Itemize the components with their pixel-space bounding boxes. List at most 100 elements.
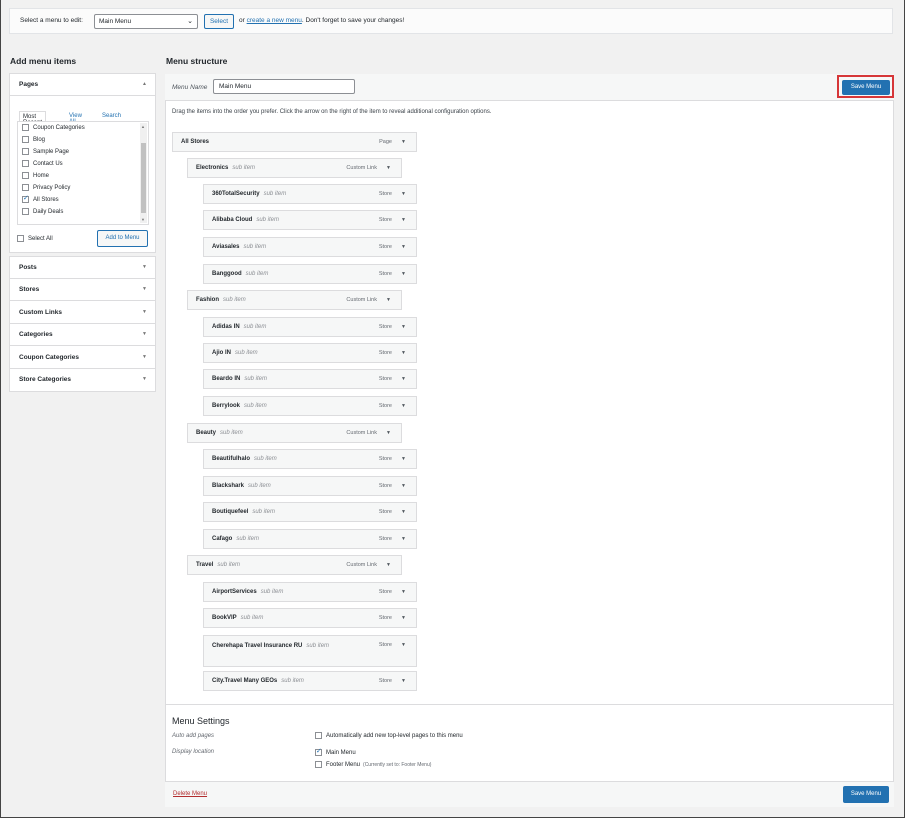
list-item[interactable]: Contact Us <box>22 158 63 169</box>
select-all-row[interactable]: Select All <box>17 235 53 242</box>
menu-item[interactable]: Beauty sub item Custom Link ▼ <box>187 423 402 443</box>
expand-arrow-icon[interactable]: ▼ <box>401 244 406 250</box>
auto-add-checkbox[interactable] <box>315 732 322 739</box>
menu-item[interactable]: Travel sub item Custom Link ▼ <box>187 555 402 575</box>
accordion-store-categories[interactable]: Store Categories ▼ <box>10 369 155 391</box>
expand-arrow-icon[interactable]: ▼ <box>401 403 406 409</box>
pages-panel-header[interactable]: Pages ▲ <box>10 74 155 96</box>
accordion-stores[interactable]: Stores ▼ <box>10 279 155 301</box>
expand-arrow-icon[interactable]: ▼ <box>401 191 406 197</box>
scroll-down-icon[interactable]: ▼ <box>141 217 145 222</box>
expand-arrow-icon[interactable]: ▼ <box>386 562 391 568</box>
menu-structure-heading: Menu structure <box>166 56 228 66</box>
expand-arrow-icon[interactable]: ▼ <box>401 324 406 330</box>
menu-item[interactable]: Electronics sub item Custom Link ▼ <box>187 158 402 178</box>
list-item[interactable]: Sample Page <box>22 146 69 157</box>
checkbox[interactable] <box>22 208 29 215</box>
checkbox-checked[interactable] <box>22 194 29 203</box>
checkbox[interactable] <box>22 124 29 131</box>
menu-item[interactable]: Blackshark sub item Store ▼ <box>203 476 417 496</box>
menu-name-label: Menu Name <box>172 84 208 91</box>
menu-item[interactable]: Boutiquefeel sub item Store ▼ <box>203 502 417 522</box>
create-menu-text: or create a new menu. Don't forget to sa… <box>239 17 405 24</box>
drag-instructions: Drag the items into the order you prefer… <box>172 109 492 115</box>
menu-item[interactable]: BookVIP sub item Store ▼ <box>203 608 417 628</box>
create-menu-link[interactable]: create a new menu <box>247 17 302 24</box>
menu-item[interactable]: Cafago sub item Store ▼ <box>203 529 417 549</box>
chevron-down-icon: ▼ <box>142 264 147 270</box>
accordion-posts[interactable]: Posts ▼ <box>10 257 155 279</box>
expand-arrow-icon[interactable]: ▼ <box>401 456 406 462</box>
checkbox[interactable] <box>22 172 29 179</box>
chevron-down-icon: ▼ <box>142 309 147 315</box>
location-footer-menu[interactable]: Footer Menu (Currently set to: Footer Me… <box>315 761 431 768</box>
menu-item[interactable]: Adidas IN sub item Store ▼ <box>203 317 417 337</box>
select-all-checkbox[interactable] <box>17 235 24 242</box>
chevron-down-icon: ▼ <box>142 376 147 382</box>
list-item[interactable]: Coupon Categories <box>22 122 85 133</box>
accordion-categories[interactable]: Categories ▼ <box>10 324 155 346</box>
list-item[interactable]: Privacy Policy <box>22 182 70 193</box>
expand-arrow-icon[interactable]: ▼ <box>401 217 406 223</box>
scrollbar-thumb[interactable] <box>141 143 146 213</box>
menu-item[interactable]: 360TotalSecurity sub item Store ▼ <box>203 184 417 204</box>
chevron-down-icon: ⌄ <box>187 18 193 25</box>
menu-item[interactable]: Aviasales sub item Store ▼ <box>203 237 417 257</box>
accordion-coupon-categories[interactable]: Coupon Categories ▼ <box>10 347 155 369</box>
scroll-up-icon[interactable]: ▲ <box>141 124 145 129</box>
chevron-down-icon: ▼ <box>142 331 147 337</box>
menu-item[interactable]: Ajio IN sub item Store ▼ <box>203 343 417 363</box>
checkbox[interactable] <box>22 136 29 143</box>
accordion-custom-links[interactable]: Custom Links ▼ <box>10 302 155 324</box>
expand-arrow-icon[interactable]: ▼ <box>386 297 391 303</box>
expand-arrow-icon[interactable]: ▼ <box>401 589 406 595</box>
menu-item[interactable]: Beautifulhalo sub item Store ▼ <box>203 449 417 469</box>
menu-item[interactable]: Banggood sub item Store ▼ <box>203 264 417 284</box>
menu-item[interactable]: Berrylook sub item Store ▼ <box>203 396 417 416</box>
add-menu-items-heading: Add menu items <box>10 56 77 66</box>
menu-item[interactable]: AirportServices sub item Store ▼ <box>203 582 417 602</box>
menu-item[interactable]: Beardo IN sub item Store ▼ <box>203 369 417 389</box>
expand-arrow-icon[interactable]: ▼ <box>401 350 406 356</box>
pages-checklist: Coupon Categories Blog Sample Page Conta… <box>17 121 149 225</box>
expand-arrow-icon[interactable]: ▼ <box>401 642 406 648</box>
menu-settings-title: Menu Settings <box>172 716 230 726</box>
expand-arrow-icon[interactable]: ▼ <box>401 536 406 542</box>
save-menu-button-top[interactable]: Save Menu <box>842 80 890 95</box>
chevron-up-icon: ▲ <box>142 81 147 87</box>
checkbox[interactable] <box>22 184 29 191</box>
expand-arrow-icon[interactable]: ▼ <box>401 139 406 145</box>
main-menu-checkbox[interactable] <box>315 747 322 756</box>
list-item[interactable]: Home <box>22 170 49 181</box>
expand-arrow-icon[interactable]: ▼ <box>401 483 406 489</box>
menu-item[interactable]: Alibaba Cloud sub item Store ▼ <box>203 210 417 230</box>
add-to-menu-button[interactable]: Add to Menu <box>97 230 148 247</box>
save-menu-button-bottom[interactable]: Save Menu <box>843 786 889 803</box>
list-item[interactable]: All Stores <box>22 194 59 205</box>
expand-arrow-icon[interactable]: ▼ <box>401 271 406 277</box>
menu-item[interactable]: City.Travel Many GEOs sub item Store ▼ <box>203 671 417 691</box>
list-item[interactable]: Blog <box>22 134 45 145</box>
select-all-label: Select All <box>28 235 53 242</box>
expand-arrow-icon[interactable]: ▼ <box>386 430 391 436</box>
expand-arrow-icon[interactable]: ▼ <box>401 376 406 382</box>
menu-item[interactable]: Fashion sub item Custom Link ▼ <box>187 290 402 310</box>
expand-arrow-icon[interactable]: ▼ <box>401 509 406 515</box>
auto-add-option[interactable]: Automatically add new top-level pages to… <box>315 732 463 739</box>
checkbox[interactable] <box>22 160 29 167</box>
expand-arrow-icon[interactable]: ▼ <box>401 615 406 621</box>
expand-arrow-icon[interactable]: ▼ <box>386 165 391 171</box>
menu-item[interactable]: Cherehapa Travel Insurance RU sub item St… <box>203 635 417 667</box>
select-button[interactable]: Select <box>204 14 234 29</box>
list-item[interactable]: Daily Deals <box>22 206 63 217</box>
pages-panel-title: Pages <box>19 81 39 88</box>
checkbox[interactable] <box>22 148 29 155</box>
list-scrollbar[interactable]: ▲ ▼ <box>140 123 147 223</box>
menu-select-dropdown[interactable]: Main Menu ⌄ <box>94 14 198 29</box>
delete-menu-link[interactable]: Delete Menu <box>173 791 207 797</box>
footer-menu-checkbox[interactable] <box>315 761 322 768</box>
menu-name-input[interactable]: Main Menu <box>213 79 355 94</box>
expand-arrow-icon[interactable]: ▼ <box>401 678 406 684</box>
location-main-menu[interactable]: Main Menu <box>315 747 356 756</box>
menu-item[interactable]: All Stores Page ▼ <box>172 132 417 152</box>
